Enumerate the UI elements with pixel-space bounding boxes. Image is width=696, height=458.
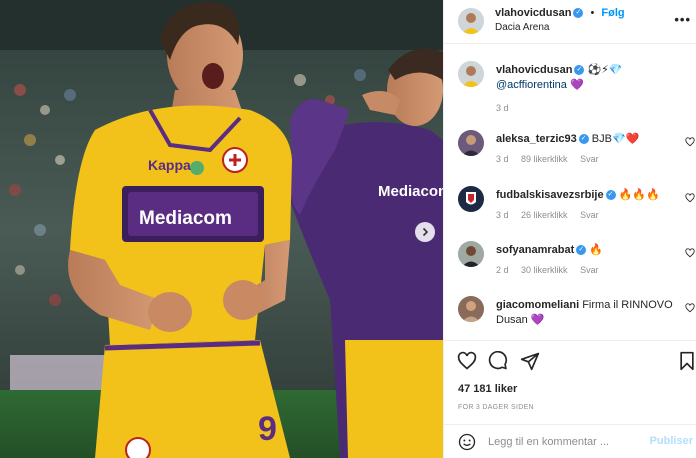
post-timestamp[interactable]: FOR 3 DAGER SIDEN — [458, 404, 534, 411]
comment-time: 3 d — [496, 210, 509, 220]
heart-icon[interactable] — [685, 303, 695, 313]
comment-time: 3 d — [496, 154, 509, 164]
main-jersey-sponsor-text: Mediacom — [139, 208, 232, 229]
author-username[interactable]: vlahovicdusan — [495, 7, 571, 19]
add-comment-bar: Publiser — [444, 424, 696, 458]
commenter-avatar[interactable] — [458, 186, 484, 212]
post-image: Mediacom Kappa Mediacom 9 — [0, 0, 443, 458]
jersey-number: 9 — [258, 410, 277, 448]
comment-username[interactable]: sofyanamrabat — [496, 244, 574, 256]
comment-text: 🔥🔥🔥 — [618, 189, 660, 201]
verified-badge-icon: ✓ — [573, 8, 584, 19]
follow-button[interactable]: Følg — [601, 7, 624, 19]
commenter-avatar[interactable] — [458, 296, 484, 322]
emoji-icon[interactable] — [458, 433, 476, 451]
heart-icon[interactable] — [685, 137, 695, 147]
verified-badge-icon: ✓ — [578, 134, 589, 145]
heart-icon[interactable] — [685, 248, 695, 258]
comment-icon[interactable] — [488, 351, 508, 371]
chevron-right-icon — [422, 227, 429, 237]
comment-username[interactable]: giacomomeliani — [496, 299, 579, 311]
caption-username[interactable]: vlahovicdusan — [496, 64, 572, 76]
comment-likes[interactable]: 26 likerklikk — [521, 210, 568, 220]
share-icon[interactable] — [520, 351, 540, 371]
reply-button[interactable]: Svar — [580, 210, 599, 220]
comment-text: BJB💎❤️ — [591, 133, 640, 145]
comment-input[interactable] — [488, 434, 638, 450]
right-jersey-sponsor-text: Mediacom — [378, 183, 443, 200]
likes-count[interactable]: 47 181 liker — [458, 383, 517, 395]
commenter-avatar[interactable] — [458, 241, 484, 267]
post-photo[interactable]: Mediacom Kappa Mediacom 9 — [0, 0, 443, 458]
reply-button[interactable]: Svar — [580, 265, 599, 275]
comment-text: 🔥 — [589, 244, 604, 256]
svg-text:Kappa: Kappa — [148, 157, 191, 173]
verified-badge-icon: ✓ — [576, 245, 587, 256]
heart-icon[interactable] — [457, 351, 477, 371]
next-photo-button[interactable] — [415, 222, 435, 242]
caption-avatar[interactable] — [458, 61, 484, 87]
location-link[interactable]: Dacia Arena — [495, 22, 549, 33]
comment-username[interactable]: aleksa_terzic93 — [496, 133, 577, 145]
reply-button[interactable]: Svar — [580, 154, 599, 164]
caption-mention-link[interactable]: @acffiorentina — [496, 79, 567, 91]
comment-likes[interactable]: 30 likerklikk — [521, 265, 568, 275]
post-header: vlahovicdusan ✓ • Følg Dacia Arena ••• — [444, 0, 696, 44]
more-options-icon[interactable]: ••• — [674, 12, 691, 27]
verified-badge-icon: ✓ — [605, 190, 616, 201]
comment-likes[interactable]: 89 likerklikk — [521, 154, 568, 164]
separator-dot: • — [590, 7, 595, 19]
caption-time: 3 d — [496, 103, 509, 113]
caption-heart-emoji: 💜 — [569, 79, 584, 91]
commenter-avatar[interactable] — [458, 130, 484, 156]
comment-time: 2 d — [496, 265, 509, 275]
caption-emojis: ⚽️⚡💎 — [587, 64, 623, 76]
heart-icon[interactable] — [685, 193, 695, 203]
post-sidebar: vlahovicdusan ✓ • Følg Dacia Arena ••• vl… — [443, 0, 696, 458]
comment-username[interactable]: fudbalskisavezsrbije — [496, 189, 604, 201]
verified-badge-icon: ✓ — [574, 65, 585, 76]
post-comment-button[interactable]: Publiser — [650, 435, 693, 447]
bookmark-icon[interactable] — [677, 351, 696, 371]
author-avatar[interactable] — [458, 8, 484, 34]
